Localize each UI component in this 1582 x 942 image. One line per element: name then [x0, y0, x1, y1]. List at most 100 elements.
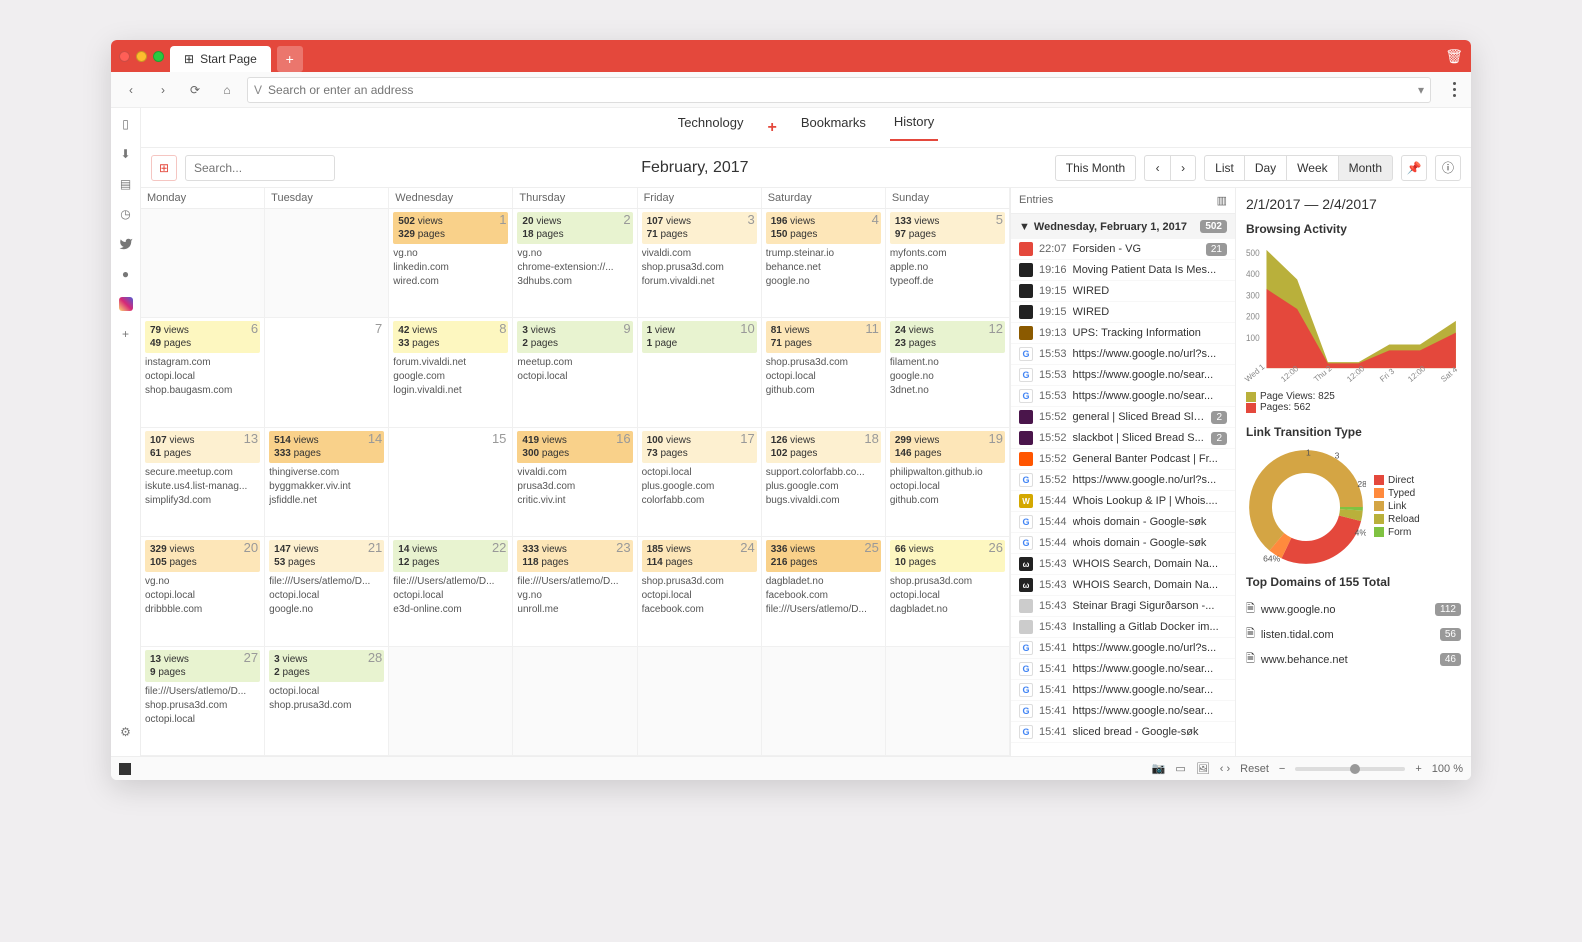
reload-button[interactable]: ⟳ — [183, 78, 207, 102]
entry-row[interactable]: 19:15WIRED — [1011, 302, 1235, 323]
toggle-view-icon[interactable]: ⊞ — [151, 155, 177, 181]
calendar-cell[interactable] — [513, 647, 637, 756]
image-icon[interactable]: 🖼 — [1196, 762, 1210, 775]
downloads-panel-icon[interactable]: ⬇ — [118, 146, 134, 162]
calendar-cell[interactable] — [762, 647, 886, 756]
browser-tab[interactable]: ⊞ Start Page — [170, 46, 271, 72]
history-search[interactable] — [185, 155, 335, 181]
calendar-cell[interactable]: 4196 views150 pagestrump.steinar.iobehan… — [762, 209, 886, 318]
address-bar[interactable]: V ▾ — [247, 77, 1431, 103]
view-day[interactable]: Day — [1244, 155, 1286, 181]
panel-toggle-icon[interactable] — [119, 763, 131, 775]
zoom-slider[interactable] — [1295, 767, 1405, 771]
calendar-cell[interactable]: 2666 views10 pagesshop.prusa3d.comoctopi… — [886, 537, 1010, 646]
nav-technology[interactable]: Technology — [674, 115, 748, 140]
entry-row[interactable]: ω15:43WHOIS Search, Domain Na... — [1011, 575, 1235, 596]
minimize-window[interactable] — [136, 51, 147, 62]
calendar-cell[interactable] — [638, 647, 762, 756]
dropdown-icon[interactable]: ▾ — [1418, 83, 1424, 97]
prev-button[interactable]: ‹ — [1144, 155, 1170, 181]
calendar-cell[interactable]: 14514 views333 pagesthingiverse.combyggm… — [265, 428, 389, 537]
columns-icon[interactable]: ▥ — [1217, 194, 1227, 207]
calendar-cell[interactable]: 25336 views216 pagesdagbladet.nofacebook… — [762, 537, 886, 646]
entry-row[interactable]: G15:44whois domain - Google-søk — [1011, 512, 1235, 533]
domain-row[interactable]: 🗎listen.tidal.com56 — [1246, 622, 1461, 647]
next-button[interactable]: › — [1170, 155, 1196, 181]
entry-row[interactable]: G15:41https://www.google.no/sear... — [1011, 701, 1235, 722]
calendar-cell[interactable]: 220 views18 pagesvg.nochrome-extension:/… — [513, 209, 637, 318]
calendar-cell[interactable]: 1181 views71 pagesshop.prusa3d.comoctopi… — [762, 318, 886, 427]
entry-row[interactable]: G15:41https://www.google.no/url?s... — [1011, 638, 1235, 659]
close-window[interactable] — [119, 51, 130, 62]
code-icon[interactable]: ‹ › — [1220, 763, 1230, 775]
entry-row[interactable]: G15:44whois domain - Google-søk — [1011, 533, 1235, 554]
bookmarks-panel-icon[interactable]: ▯ — [118, 116, 134, 132]
entry-row[interactable]: ω15:43WHOIS Search, Domain Na... — [1011, 554, 1235, 575]
info-icon[interactable]: ⓘ — [1435, 155, 1461, 181]
capture-icon[interactable]: 📷 — [1152, 762, 1166, 775]
entry-row[interactable]: 19:13UPS: Tracking Information — [1011, 323, 1235, 344]
calendar-cell[interactable]: 23333 views118 pagesfile:///Users/atlemo… — [513, 537, 637, 646]
calendar-cell[interactable]: 20329 views105 pagesvg.nooctopi.localdri… — [141, 537, 265, 646]
domain-row[interactable]: 🗎www.google.no112 — [1246, 597, 1461, 622]
entry-row[interactable]: 15:43Installing a Gitlab Docker im... — [1011, 617, 1235, 638]
view-list[interactable]: List — [1204, 155, 1244, 181]
calendar-cell[interactable]: 5133 views97 pagesmyfonts.comapple.notyp… — [886, 209, 1010, 318]
calendar-cell[interactable]: 7 — [265, 318, 389, 427]
calendar-cell[interactable] — [389, 647, 513, 756]
calendar-cell[interactable]: 1224 views23 pagesfilament.nogoogle.no3d… — [886, 318, 1010, 427]
view-week[interactable]: Week — [1286, 155, 1337, 181]
calendar-cell[interactable]: 283 views2 pagesoctopi.localshop.prusa3d… — [265, 647, 389, 756]
entry-row[interactable]: W15:44Whois Lookup & IP | Whois.... — [1011, 491, 1235, 512]
reset-zoom[interactable]: Reset — [1240, 763, 1269, 775]
history-panel-icon[interactable]: ◷ — [118, 206, 134, 222]
calendar-cell[interactable]: 13107 views61 pagessecure.meetup.comisku… — [141, 428, 265, 537]
entry-row[interactable]: G15:53https://www.google.no/url?s... — [1011, 344, 1235, 365]
calendar-cell[interactable]: 3107 views71 pagesvivaldi.comshop.prusa3… — [638, 209, 762, 318]
calendar-cell[interactable]: 2214 views12 pagesfile:///Users/atlemo/D… — [389, 537, 513, 646]
domain-row[interactable]: 🗎www.behance.net46 — [1246, 647, 1461, 672]
calendar-cell[interactable]: 21147 views53 pagesfile:///Users/atlemo/… — [265, 537, 389, 646]
entry-row[interactable]: 15:52General Banter Podcast | Fr... — [1011, 449, 1235, 470]
calendar-cell[interactable] — [886, 647, 1010, 756]
entry-row[interactable]: 15:52general | Sliced Bread Sla...2 — [1011, 407, 1235, 428]
calendar-cell[interactable]: 2713 views9 pagesfile:///Users/atlemo/D.… — [141, 647, 265, 756]
instagram-panel-icon[interactable] — [118, 296, 134, 312]
entry-row[interactable]: 15:43Steinar Bragi Sigurðarson -... — [1011, 596, 1235, 617]
calendar-cell[interactable]: 17100 views73 pagesoctopi.localplus.goog… — [638, 428, 762, 537]
entry-row[interactable]: G15:52https://www.google.no/url?s... — [1011, 470, 1235, 491]
tile-icon[interactable]: ▭ — [1175, 762, 1185, 775]
entry-row[interactable]: 15:52slackbot | Sliced Bread S...2 — [1011, 428, 1235, 449]
trash-icon[interactable]: 🗑 — [1445, 48, 1463, 65]
entry-row[interactable]: G15:41https://www.google.no/sear... — [1011, 680, 1235, 701]
pin-icon[interactable]: 📌 — [1401, 155, 1427, 181]
calendar-cell[interactable] — [141, 209, 265, 318]
calendar-cell[interactable]: 679 views49 pagesinstagram.comoctopi.loc… — [141, 318, 265, 427]
entry-row[interactable]: G15:53https://www.google.no/sear... — [1011, 365, 1235, 386]
home-button[interactable]: ⌂ — [215, 78, 239, 102]
entry-row[interactable]: 19:15WIRED — [1011, 281, 1235, 302]
entries-list[interactable]: 22:07Forsiden - VG2119:16Moving Patient … — [1011, 239, 1235, 756]
maximize-window[interactable] — [153, 51, 164, 62]
nav-history[interactable]: History — [890, 114, 938, 141]
calendar-cell[interactable] — [265, 209, 389, 318]
entry-row[interactable]: 22:07Forsiden - VG21 — [1011, 239, 1235, 260]
address-input[interactable] — [268, 83, 1412, 97]
calendar-cell[interactable]: 93 views2 pagesmeetup.comoctopi.local — [513, 318, 637, 427]
calendar-cell[interactable]: 842 views33 pagesforum.vivaldi.netgoogle… — [389, 318, 513, 427]
entry-row[interactable]: G15:53https://www.google.no/sear... — [1011, 386, 1235, 407]
dribbble-panel-icon[interactable]: ● — [118, 266, 134, 282]
this-month-button[interactable]: This Month — [1055, 155, 1136, 181]
nav-bookmarks[interactable]: Bookmarks — [797, 115, 870, 140]
zoom-minus[interactable]: − — [1279, 763, 1285, 775]
calendar-cell[interactable]: 15 — [389, 428, 513, 537]
zoom-plus[interactable]: + — [1415, 763, 1421, 775]
entry-row[interactable]: G15:41https://www.google.no/sear... — [1011, 659, 1235, 680]
new-tab-button[interactable]: + — [277, 46, 303, 72]
add-panel-icon[interactable]: + — [118, 326, 134, 342]
calendar-cell[interactable]: 24185 views114 pagesshop.prusa3d.comocto… — [638, 537, 762, 646]
forward-button[interactable]: › — [151, 78, 175, 102]
entry-row[interactable]: 19:16Moving Patient Data Is Mes... — [1011, 260, 1235, 281]
menu-button[interactable] — [1445, 82, 1463, 97]
calendar-cell[interactable]: 18126 views102 pagessupport.colorfabb.co… — [762, 428, 886, 537]
